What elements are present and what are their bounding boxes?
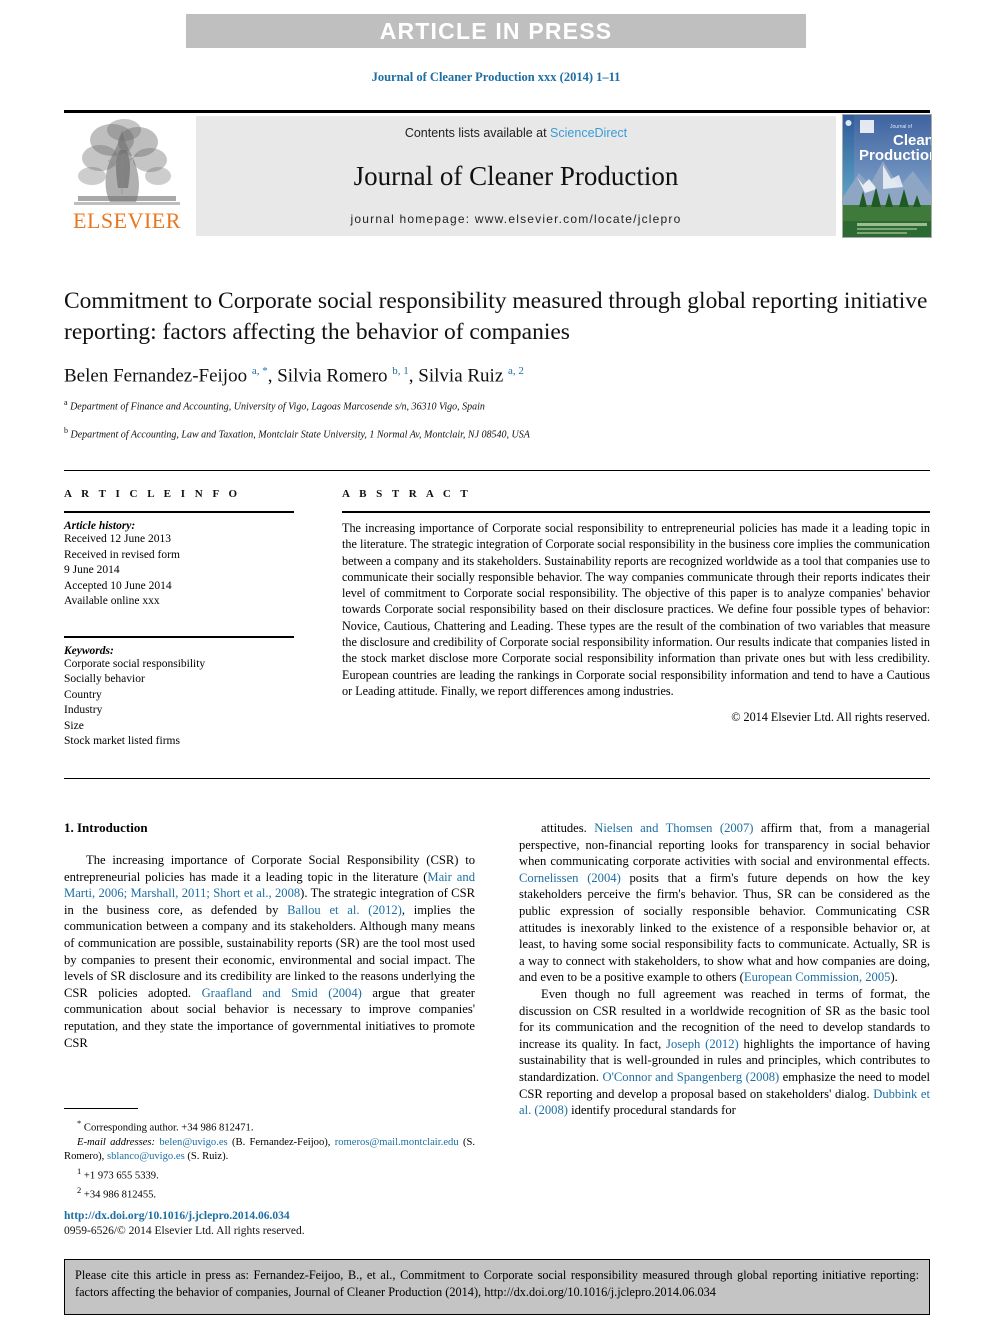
article-in-press-banner: ARTICLE IN PRESS (186, 14, 806, 48)
elsevier-wordmark: ELSEVIER (73, 208, 181, 233)
affiliation-text-b: Department of Accounting, Law and Taxati… (70, 428, 530, 440)
doi-link[interactable]: http://dx.doi.org/10.1016/j.jclepro.2014… (64, 1209, 475, 1224)
history-line: Received 12 June 2013 (64, 533, 171, 545)
journal-cover-thumbnail: Journal of Cleaner Production (842, 114, 932, 238)
history-line: Received in revised form (64, 548, 180, 561)
author-list: Belen Fernandez-Feijoo a, *, Silvia Rome… (64, 365, 524, 387)
journal-homepage-line[interactable]: journal homepage: www.elsevier.com/locat… (351, 212, 682, 226)
abstract-text: The increasing importance of Corporate s… (342, 521, 930, 698)
article-info-rule (64, 511, 294, 513)
keyword-item: Size (64, 719, 84, 732)
email-addresses-note: E-mail addresses: belen@uvigo.es (B. Fer… (64, 1136, 476, 1162)
svg-text:Production: Production (859, 147, 931, 164)
issn-copyright-line: 0959-6526/© 2014 Elsevier Ltd. All right… (64, 1225, 305, 1237)
article-info-heading: A R T I C L E I N F O (64, 488, 241, 500)
keywords-label: Keywords: (64, 644, 114, 657)
abstract-heading: A B S T R A C T (342, 488, 472, 500)
cite-this-article-box: Please cite this article in press as: Fe… (64, 1259, 930, 1315)
page-title: Commitment to Corporate social responsib… (64, 288, 928, 345)
journal-masthead: ELSEVIER Contents lists available at Sci… (64, 110, 932, 238)
elsevier-logo: ELSEVIER (64, 116, 190, 236)
corresponding-author-note: * Corresponding author. +34 986 812471. (77, 1118, 254, 1134)
journal-running-head: Journal of Cleaner Production xxx (2014)… (371, 70, 621, 84)
keywords-block: Keywords: Corporate social responsibilit… (64, 635, 294, 750)
intro-paragraph-right-2: Even though no full agreement was reache… (519, 986, 930, 1118)
affiliation-b: b Department of Accounting, Law and Taxa… (64, 424, 930, 442)
svg-text:Journal of: Journal of (890, 124, 913, 130)
sciencedirect-band: Contents lists available at ScienceDirec… (196, 116, 836, 236)
intro-paragraph-left: The increasing importance of Corporate S… (64, 853, 475, 1050)
keywords-rule (64, 635, 294, 638)
affiliation-marker-b: b (64, 425, 68, 435)
journal-title: Journal of Cleaner Production (353, 160, 679, 191)
history-line: 9 June 2014 (64, 564, 120, 576)
keyword-item: Stock market listed firms (64, 735, 180, 747)
affiliation-text-a: Department of Finance and Accounting, Un… (70, 401, 485, 413)
article-info-column: A R T I C L E I N F O Article history: R… (64, 488, 294, 750)
footnotes-block: * Corresponding author. +34 986 812471. … (64, 1108, 475, 1203)
doi-block: http://dx.doi.org/10.1016/j.jclepro.2014… (64, 1209, 475, 1239)
affiliation-a: a Department of Finance and Accounting, … (64, 396, 930, 414)
history-line: Available online xxx (64, 595, 160, 607)
article-in-press-label: ARTICLE IN PRESS (379, 17, 613, 44)
keyword-item: Socially behavior (64, 673, 145, 685)
affiliation-marker-a: a (64, 398, 68, 408)
abstract-rule (342, 511, 930, 513)
introduction-heading: 1. Introduction (64, 820, 148, 835)
title-block: Commitment to Corporate social responsib… (64, 286, 930, 442)
info-abstract-bottom-rule (64, 778, 930, 779)
sciencedirect-link[interactable]: ScienceDirect (550, 126, 627, 140)
body-column-right: attitudes. Nielsen and Thomsen (2007) af… (519, 820, 930, 1119)
elsevier-tree-svg (74, 119, 180, 205)
info-abstract-top-rule (64, 470, 930, 471)
intro-paragraph-right-1: attitudes. Nielsen and Thomsen (2007) af… (519, 821, 930, 985)
keyword-item: Country (64, 688, 102, 701)
abstract-copyright: © 2014 Elsevier Ltd. All rights reserved… (731, 710, 930, 725)
contents-prefix: Contents lists available at (404, 126, 551, 140)
cite-this-article-text: Please cite this article in press as: Fe… (75, 1268, 919, 1299)
keyword-item: Corporate social responsibility (64, 657, 206, 670)
keyword-item: Industry (64, 704, 103, 716)
footnote-1: 1 +1 973 655 5339. (77, 1165, 159, 1182)
footnote-rule (64, 1108, 138, 1109)
contents-available-line: Contents lists available at ScienceDirec… (405, 126, 627, 140)
elsevier-tree-icon (72, 116, 182, 208)
body-column-left: 1. Introduction The increasing importanc… (64, 820, 475, 1051)
history-line: Accepted 10 June 2014 (64, 579, 172, 592)
journal-cover-svg: Journal of Cleaner Production (843, 115, 931, 237)
abstract-column: A B S T R A C T The increasing importanc… (342, 488, 930, 737)
masthead-top-rule (64, 110, 930, 113)
footnote-2: 2 +34 986 812455. (77, 1185, 157, 1201)
article-history-label: Article history: (64, 520, 136, 532)
